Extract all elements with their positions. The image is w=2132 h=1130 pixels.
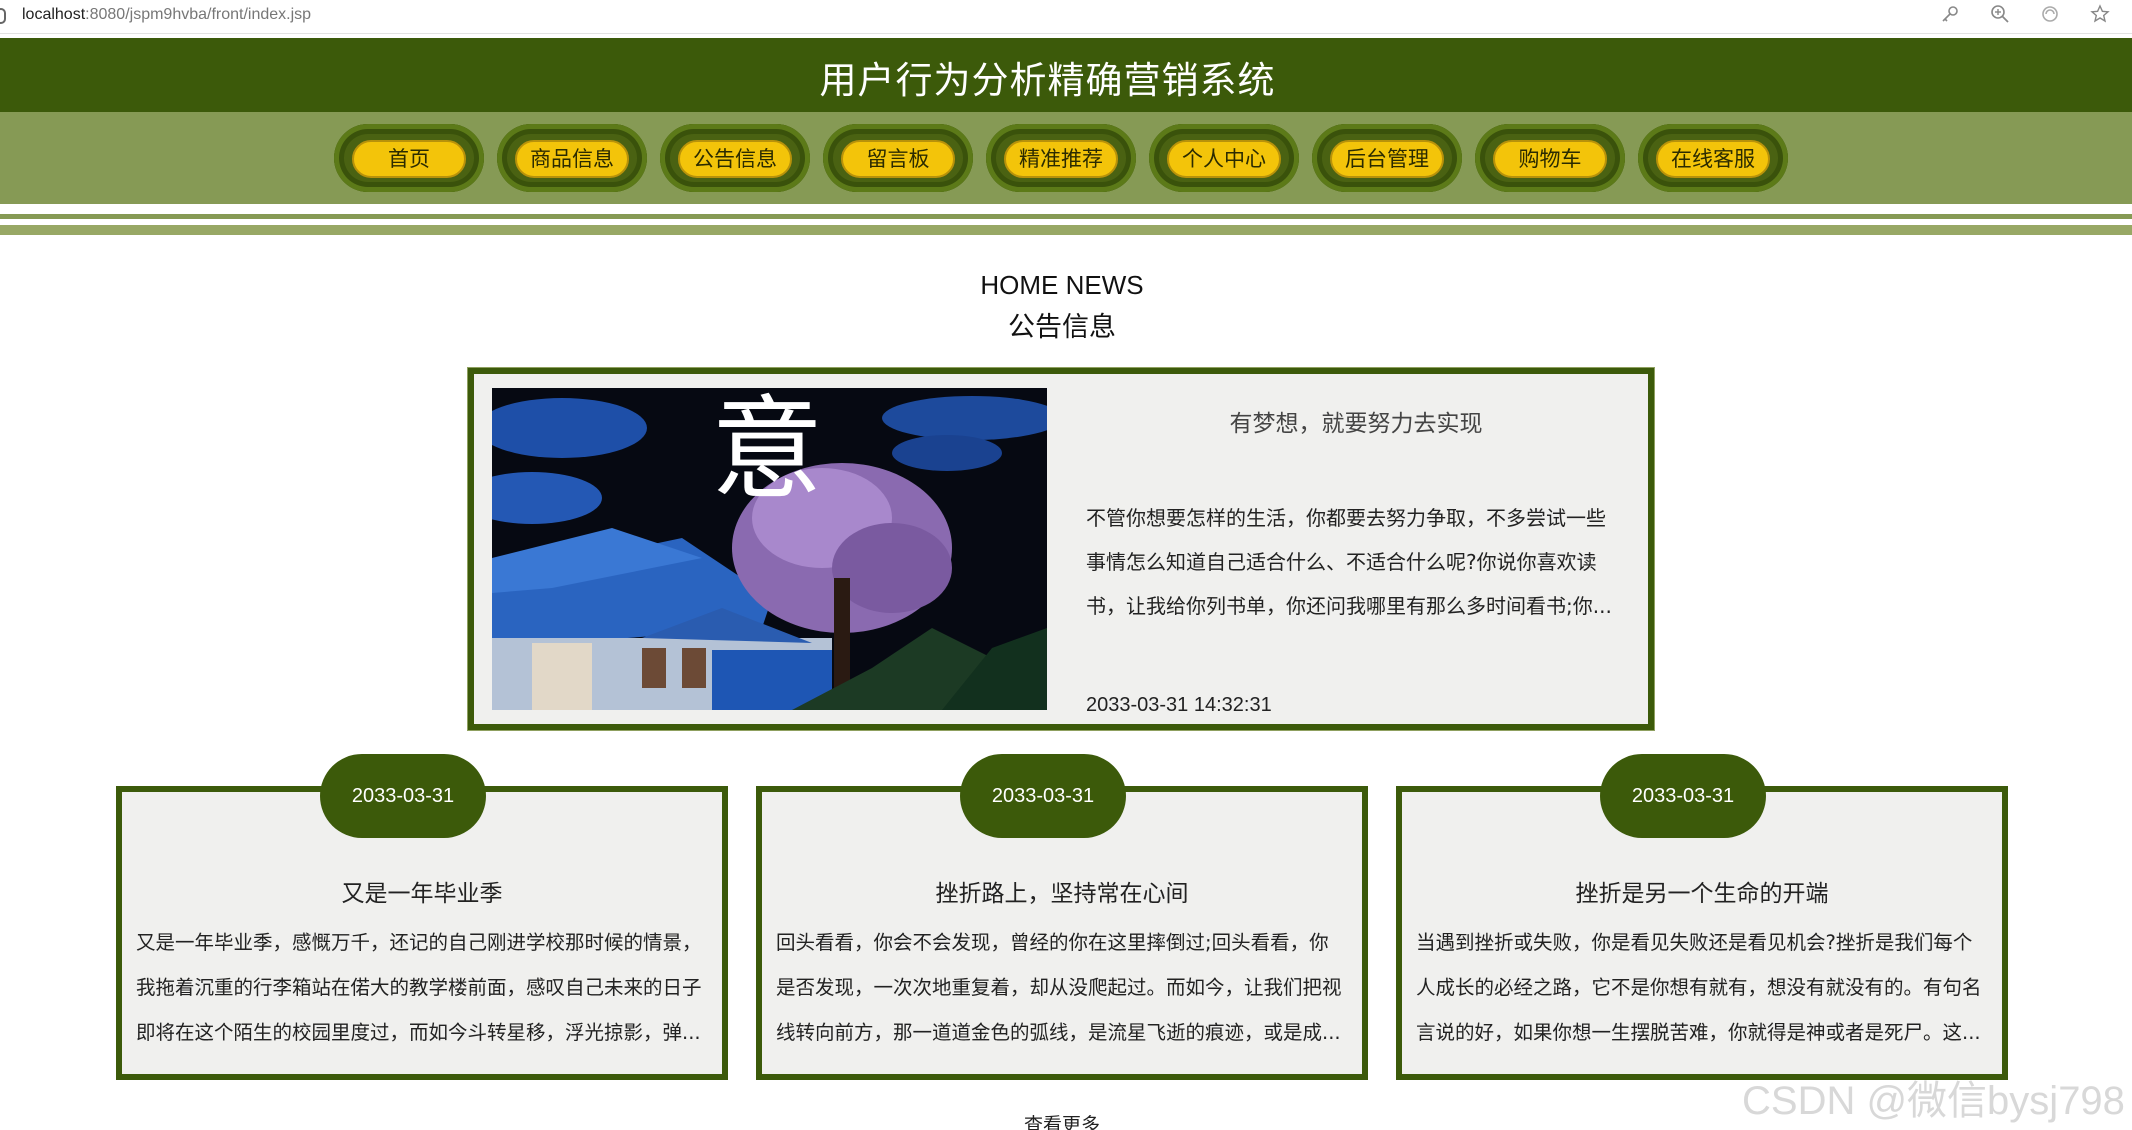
nav-item[interactable]: 在线客服 bbox=[1638, 124, 1788, 192]
summary-line: 是否发现，一次次地重复着，却从没爬起过。而如今，让我们把视 bbox=[776, 976, 1342, 999]
nav-item[interactable]: 商品信息 bbox=[497, 124, 647, 192]
summary-line: 当遇到挫折或失败，你是看见失败还是看见机会?挫折是我们每个 bbox=[1416, 931, 1973, 954]
news-card-date-badge: 2033-03-31 bbox=[1600, 754, 1766, 838]
browser-address-bar: localhost:8080/jspm9hvba/front/index.jsp bbox=[0, 0, 2132, 34]
news-card[interactable]: 2033-03-31 挫折是另一个生命的开端 当遇到挫折或失败，你是看见失败还是… bbox=[1396, 754, 2008, 1080]
divider bbox=[0, 204, 2132, 214]
zoom-icon[interactable] bbox=[1988, 4, 2012, 28]
news-card-title[interactable]: 挫折路上，坚持常在心间 bbox=[762, 874, 1362, 908]
bookmark-star-icon[interactable] bbox=[2088, 4, 2112, 28]
url-field[interactable]: localhost:8080/jspm9hvba/front/index.jsp bbox=[22, 6, 311, 24]
main-nav: 首页 商品信息 公告信息 留言板 精准推荐 个人中心 后台管理 购物车 在线客服 bbox=[0, 112, 2132, 204]
news-card[interactable]: 2033-03-31 又是一年毕业季 又是一年毕业季，感慨万千，还记的自己刚进学… bbox=[116, 754, 728, 1080]
url-path: :8080/jspm9hvba/front/index.jsp bbox=[85, 6, 312, 23]
key-icon[interactable] bbox=[1938, 4, 1962, 28]
summary-line: 事情怎么知道自己适合什么、不适合什么呢?你说你喜欢读 bbox=[1086, 550, 1597, 574]
nav-item[interactable]: 首页 bbox=[334, 124, 484, 192]
nav-item-label[interactable]: 公告信息 bbox=[678, 140, 792, 178]
summary-line: 人成长的必经之路，它不是你想有就有，想没有就没有的。有句名 bbox=[1416, 976, 1982, 999]
divider bbox=[0, 225, 2132, 235]
summary-line: 又是一年毕业季，感慨万千，还记的自己刚进学校那时候的情景， bbox=[136, 931, 702, 954]
summary-line: 线转向前方，那一道道金色的弧线，是流星飞逝的痕迹，或是成... bbox=[776, 1021, 1341, 1044]
section-title-cn: 公告信息 bbox=[1008, 312, 1116, 343]
nav-item[interactable]: 精准推荐 bbox=[986, 124, 1136, 192]
news-card-title[interactable]: 挫折是另一个生命的开端 bbox=[1402, 874, 2002, 908]
page-info-icon[interactable] bbox=[0, 8, 6, 24]
nav-item-label[interactable]: 后台管理 bbox=[1330, 140, 1444, 178]
nav-item[interactable]: 留言板 bbox=[823, 124, 973, 192]
nav-item-label[interactable]: 精准推荐 bbox=[1004, 140, 1118, 178]
nav-item[interactable]: 购物车 bbox=[1475, 124, 1625, 192]
news-card-summary: 回头看看，你会不会发现，曾经的你在这里摔倒过;回头看看，你 是否发现，一次次地重… bbox=[776, 920, 1348, 1055]
summary-line: 不管你想要怎样的生活，你都要去努力争取，不多尝试一些 bbox=[1086, 506, 1606, 530]
nav-item-label[interactable]: 商品信息 bbox=[515, 140, 629, 178]
news-card-date-badge: 2033-03-31 bbox=[320, 754, 486, 838]
nav-item[interactable]: 后台管理 bbox=[1312, 124, 1462, 192]
summary-line: 书，让我给你列书单，你还问我哪里有那么多时间看书;你... bbox=[1086, 594, 1612, 618]
nav-item-label[interactable]: 首页 bbox=[352, 140, 466, 178]
news-card-summary: 又是一年毕业季，感慨万千，还记的自己刚进学校那时候的情景， 我拖着沉重的行李箱站… bbox=[136, 920, 708, 1055]
nav-item-label[interactable]: 个人中心 bbox=[1167, 140, 1281, 178]
summary-line: 回头看看，你会不会发现，曾经的你在这里摔倒过;回头看看，你 bbox=[776, 931, 1329, 954]
news-card-summary: 当遇到挫折或失败，你是看见失败还是看见机会?挫折是我们每个 人成长的必经之路，它… bbox=[1416, 920, 1988, 1055]
site-title: 用户行为分析精确营销系统 bbox=[819, 59, 1276, 102]
nav-item-label[interactable]: 购物车 bbox=[1493, 140, 1607, 178]
news-card-date-badge: 2033-03-31 bbox=[960, 754, 1126, 838]
nav-item-label[interactable]: 在线客服 bbox=[1656, 140, 1770, 178]
featured-news-date: 2033-03-31 14:32:31 bbox=[1086, 694, 1272, 716]
summary-line: 言说的好，如果你想一生摆脱苦难，你就得是神或者是死尸。这... bbox=[1416, 1021, 1981, 1044]
featured-news-image[interactable]: 意 bbox=[492, 388, 1047, 710]
url-host: localhost bbox=[22, 6, 86, 23]
featured-news-title[interactable]: 有梦想，就要努力去实现 bbox=[1086, 404, 1626, 438]
nav-item[interactable]: 公告信息 bbox=[660, 124, 810, 192]
extension-icon[interactable] bbox=[2038, 4, 2062, 28]
watermark: CSDN @微信bysj798 bbox=[1742, 1079, 2125, 1123]
nav-item-label[interactable]: 留言板 bbox=[841, 140, 955, 178]
section-title-en: HOME NEWS bbox=[980, 270, 1144, 300]
site-header: 用户行为分析精确营销系统 bbox=[0, 38, 2132, 112]
summary-line: 我拖着沉重的行李箱站在偌大的教学楼前面，感叹自己未来的日子 bbox=[136, 976, 702, 999]
nav-item[interactable]: 个人中心 bbox=[1149, 124, 1299, 192]
news-card-title[interactable]: 又是一年毕业季 bbox=[122, 874, 722, 908]
featured-image-character: 意 bbox=[711, 388, 823, 515]
news-card[interactable]: 2033-03-31 挫折路上，坚持常在心间 回头看看，你会不会发现，曾经的你在… bbox=[756, 754, 1368, 1080]
summary-line: 即将在这个陌生的校园里度过，而如今斗转星移，浮光掠影，弹... bbox=[136, 1021, 701, 1044]
featured-news-summary: 不管你想要怎样的生活，你都要去努力争取，不多尝试一些 事情怎么知道自己适合什么、… bbox=[1086, 496, 1646, 628]
featured-news[interactable]: 意 有梦想，就要努力去实现 不管你想要怎样的生活，你都要去努力争取，不多尝试一些… bbox=[468, 368, 1654, 730]
page: localhost:8080/jspm9hvba/front/index.jsp… bbox=[0, 0, 2132, 1130]
